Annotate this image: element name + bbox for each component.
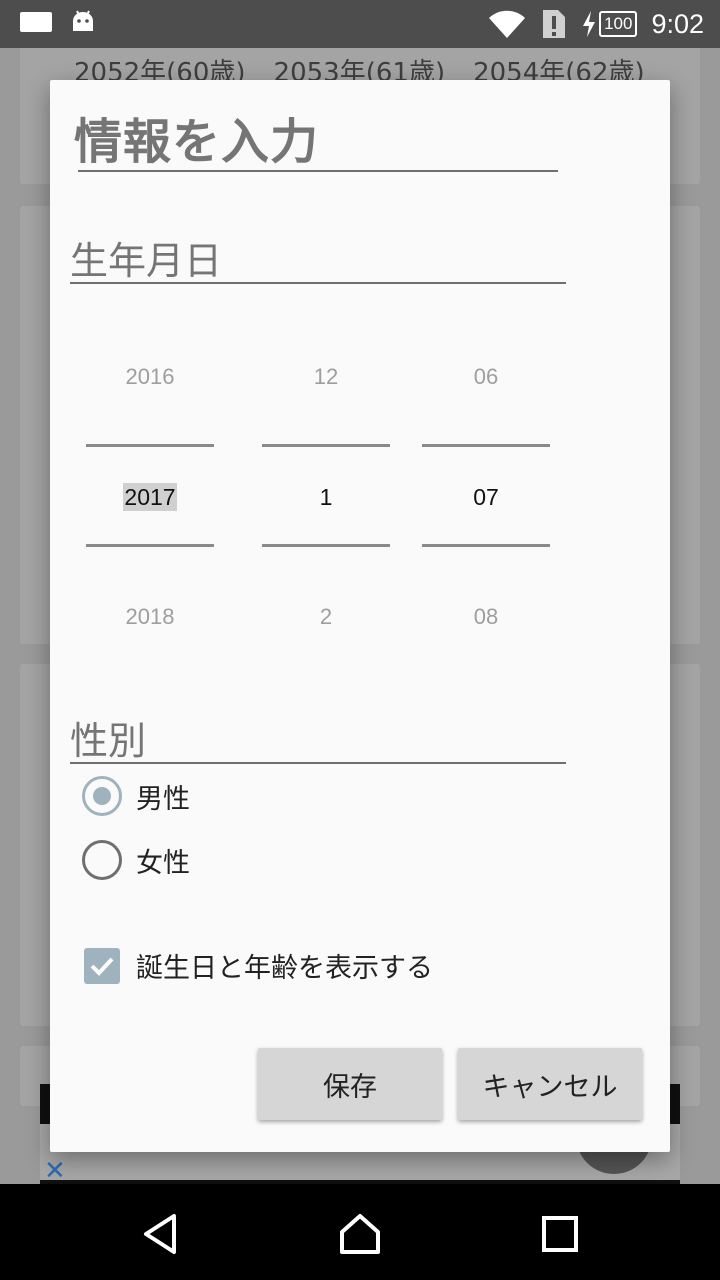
month-picker[interactable]: 12 1 2 xyxy=(262,320,390,680)
home-icon[interactable] xyxy=(338,1212,382,1256)
radio-unselected-icon[interactable] xyxy=(82,840,122,880)
status-bar-left xyxy=(20,9,96,35)
day-next[interactable]: 08 xyxy=(422,604,550,630)
gender-option-label: 男性 xyxy=(136,783,190,815)
radio-selected-icon[interactable] xyxy=(82,776,122,816)
year-prev[interactable]: 2016 xyxy=(86,364,214,390)
year-next[interactable]: 2018 xyxy=(86,604,214,630)
wifi-icon xyxy=(489,10,526,38)
sim-alert-icon xyxy=(543,10,566,38)
back-icon[interactable] xyxy=(138,1212,182,1256)
status-bar: 100 9:02 xyxy=(0,0,720,48)
year-picker[interactable]: 2016 2017 2018 xyxy=(86,320,214,680)
birthdate-divider xyxy=(70,282,566,284)
gender-option-label: 女性 xyxy=(136,847,190,879)
picker-divider xyxy=(422,544,550,547)
clock: 9:02 xyxy=(651,8,704,39)
recents-icon[interactable] xyxy=(538,1212,582,1256)
picker-divider xyxy=(422,444,550,447)
gender-option-female[interactable]: 女性 xyxy=(82,840,190,880)
cancel-button[interactable]: キャンセル xyxy=(458,1048,642,1120)
title-divider xyxy=(78,170,558,172)
gender-divider xyxy=(70,762,566,764)
picker-divider xyxy=(262,444,390,447)
day-picker[interactable]: 06 07 08 xyxy=(422,320,550,680)
checkmark-icon xyxy=(90,957,114,976)
save-button[interactable]: 保存 xyxy=(258,1048,442,1120)
show-age-label: 誕生日と年齢を表示する xyxy=(136,953,433,984)
checkbox-checked-icon[interactable] xyxy=(84,947,120,984)
picker-divider xyxy=(262,544,390,547)
day-current[interactable]: 07 xyxy=(422,484,550,511)
picker-divider xyxy=(86,544,214,547)
month-next[interactable]: 2 xyxy=(262,604,390,630)
year-current[interactable]: 2017 xyxy=(123,483,177,511)
ad-close-icon: ✕ xyxy=(44,1156,66,1184)
battery-level: 100 xyxy=(599,11,638,37)
year-current-wrap[interactable]: 2017 xyxy=(86,483,214,511)
picker-divider xyxy=(86,444,214,447)
battery-indicator: 100 xyxy=(581,11,638,37)
month-current[interactable]: 1 xyxy=(262,484,390,511)
birthdate-label: 生年月日 xyxy=(70,239,223,283)
show-age-checkbox-row[interactable]: 誕生日と年齢を表示する xyxy=(84,946,433,985)
gender-label: 性別 xyxy=(70,719,147,763)
android-icon xyxy=(73,10,93,31)
gender-option-male[interactable]: 男性 xyxy=(82,776,190,816)
charging-icon xyxy=(583,11,596,37)
info-input-dialog: 情報を入力 生年月日 2016 2017 2018 12 1 2 06 07 0… xyxy=(50,80,670,1152)
day-prev[interactable]: 06 xyxy=(422,364,550,390)
status-bar-right: 100 9:02 xyxy=(487,6,704,42)
dialog-title: 情報を入力 xyxy=(74,114,320,170)
notification-icon xyxy=(20,12,52,32)
month-prev[interactable]: 12 xyxy=(262,364,390,390)
navigation-bar xyxy=(0,1184,720,1280)
